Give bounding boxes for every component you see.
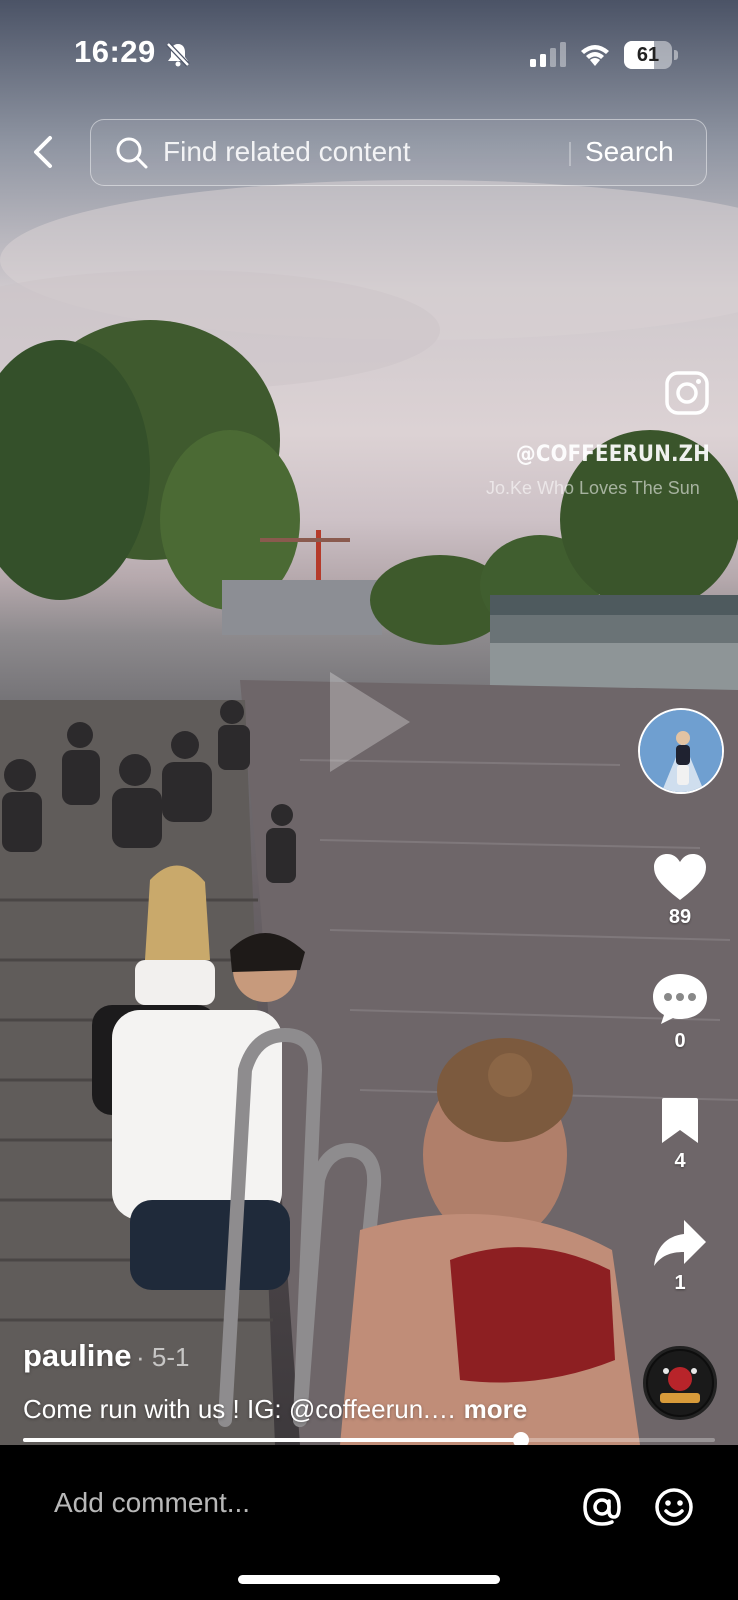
creator-avatar[interactable] [638, 708, 724, 794]
mention-icon[interactable] [582, 1487, 622, 1527]
like-button[interactable]: 89 [640, 852, 720, 929]
search-button[interactable]: Search [585, 136, 674, 168]
caption-text: Come run with us ! IG: @coffeerun.… [23, 1394, 457, 1424]
music-disc-artwork [648, 1351, 712, 1415]
instagram-icon [665, 371, 709, 415]
search-bar[interactable]: Find related content Search [90, 119, 707, 186]
comment-button[interactable]: 0 [640, 972, 720, 1053]
comment-bubble-icon [653, 974, 707, 1024]
battery-level: 61 [636, 44, 660, 66]
home-indicator [238, 1575, 500, 1584]
share-arrow-icon [654, 1220, 706, 1266]
back-chevron-icon[interactable] [26, 132, 58, 172]
comment-count: 0 [674, 1030, 686, 1052]
bookmark-count: 4 [674, 1150, 686, 1172]
video-watermark: @COFFEERUN.ZH [515, 442, 710, 467]
music-credit: Jo.Ke Who Loves The Sun [486, 478, 700, 498]
author-name[interactable]: pauline [23, 1338, 132, 1374]
search-icon [116, 137, 148, 169]
battery-icon: 61 [624, 41, 678, 69]
share-button[interactable]: 1 [640, 1218, 720, 1295]
status-bar: 16:29 61 [0, 0, 738, 110]
search-input[interactable]: Find related content [163, 136, 411, 168]
cellular-signal-icon [530, 42, 566, 67]
wifi-icon [581, 45, 609, 66]
music-disc[interactable] [643, 1346, 717, 1420]
comment-bar: Add comment... [0, 1445, 738, 1600]
clock: 16:29 [74, 34, 156, 69]
emoji-icon[interactable] [654, 1487, 694, 1527]
share-count: 1 [674, 1272, 686, 1294]
comment-input[interactable]: Add comment... [54, 1487, 250, 1519]
bell-muted-icon [166, 42, 190, 67]
caption-more-link[interactable]: more [464, 1394, 528, 1424]
progress-played [23, 1438, 522, 1442]
heart-icon [654, 854, 706, 900]
like-count: 89 [668, 906, 692, 928]
bookmark-icon [662, 1098, 698, 1143]
bookmark-button[interactable]: 4 [640, 1096, 720, 1173]
video-progress-bar[interactable] [23, 1432, 715, 1448]
post-date: · 5-1 [136, 1342, 190, 1372]
play-icon[interactable] [330, 672, 410, 772]
avatar-image [640, 710, 722, 792]
search-divider [569, 142, 571, 166]
video-caption: Come run with us ! IG: @coffeerun.… more [23, 1394, 527, 1425]
